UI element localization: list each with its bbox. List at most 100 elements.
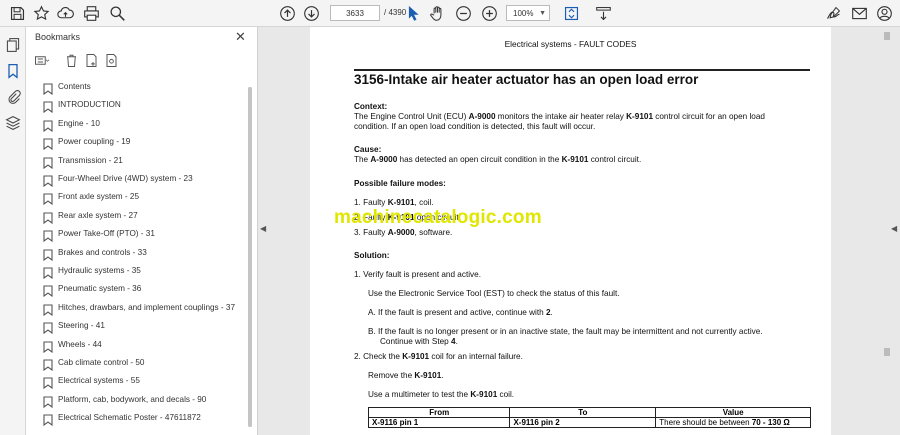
- bookmark-icon: [43, 211, 53, 224]
- solution-step-1b-line-2: Continue with Step 4.: [380, 337, 458, 346]
- read-mode-icon[interactable]: [594, 4, 612, 22]
- table-row: X-9116 pin 1 X-9116 pin 2 There should b…: [367, 417, 811, 428]
- bookmark-label: Electrical systems - 55: [58, 376, 140, 386]
- sign-icon[interactable]: [824, 4, 842, 22]
- bookmark-item[interactable]: Power coupling - 19: [26, 134, 248, 152]
- bookmark-icon: [43, 119, 53, 132]
- bookmark-icon: [43, 137, 53, 151]
- bookmark-item[interactable]: Cab climate control - 50: [26, 355, 248, 373]
- bookmark-label: Engine - 10: [58, 118, 100, 128]
- bookmark-item[interactable]: Four-Wheel Drive (4WD) system - 23: [26, 171, 248, 189]
- new-bookmark-icon[interactable]: [84, 53, 100, 69]
- table-cell-value: There should be between 70 - 130 Ω: [655, 417, 811, 428]
- page-up-icon[interactable]: [278, 4, 296, 22]
- fault-title: 3156-Intake air heater actuator has an o…: [354, 72, 699, 87]
- solution-step-2: 2. Check the K-9101 coil for an internal…: [354, 352, 523, 361]
- bookmark-item[interactable]: Electrical systems - 55: [26, 373, 248, 391]
- zoom-search-icon[interactable]: [108, 4, 126, 22]
- bookmark-icon: [43, 284, 53, 298]
- bookmark-icon: [43, 156, 53, 169]
- bookmark-item[interactable]: Pneumatic system - 36: [26, 281, 248, 299]
- expand-right-icon[interactable]: ◀: [891, 224, 897, 233]
- zoom-level-value: 100%: [513, 9, 534, 18]
- bookmark-properties-icon[interactable]: [104, 53, 120, 69]
- bookmark-item[interactable]: Rear axle system - 27: [26, 208, 248, 226]
- attachments-icon[interactable]: [5, 89, 21, 105]
- bookmark-icon: [43, 376, 53, 390]
- page-header: Electrical systems - FAULT CODES: [504, 39, 637, 49]
- watermark-text: machinecatalogic.com: [334, 207, 542, 228]
- hand-icon[interactable]: [428, 4, 446, 22]
- panel-title: Bookmarks: [35, 32, 81, 42]
- left-nav-rail: [0, 27, 26, 435]
- table-header-to: To: [509, 407, 657, 418]
- bookmark-label: INTRODUCTION: [58, 100, 121, 110]
- bookmark-label: Electrical Schematic Poster - 47611872: [58, 413, 201, 423]
- chevron-down-icon: ▼: [539, 10, 546, 17]
- close-icon[interactable]: ✕: [235, 30, 246, 43]
- bookmark-label: Power Take-Off (PTO) - 31: [58, 229, 155, 239]
- bookmark-label: Front axle system - 25: [58, 192, 139, 202]
- bookmark-label: Four-Wheel Drive (4WD) system - 23: [58, 174, 193, 183]
- bookmark-item[interactable]: INTRODUCTION: [26, 97, 248, 115]
- bookmark-item[interactable]: Hitches, drawbars, and implement couplin…: [26, 300, 248, 318]
- bookmark-icon: [43, 229, 53, 243]
- solution-step-1: 1. Verify fault is present and active.: [354, 270, 481, 279]
- page-fit-icon[interactable]: [562, 4, 580, 22]
- bookmark-label: Cab climate control - 50: [58, 358, 145, 367]
- layers-icon[interactable]: [5, 115, 21, 131]
- bookmarks-panel-icon[interactable]: [5, 63, 21, 79]
- page-total: / 4390: [384, 8, 407, 17]
- email-icon[interactable]: [850, 4, 868, 22]
- bookmark-label: Power coupling - 19: [58, 137, 131, 147]
- solution-step-1b-line-1: B. If the fault is no longer present or …: [368, 327, 763, 336]
- cause-heading: Cause:: [354, 145, 382, 154]
- scrollbar-thumb[interactable]: [248, 87, 252, 427]
- page-down-icon[interactable]: [302, 4, 320, 22]
- table-cell-from: X-9116 pin 1: [367, 417, 511, 428]
- context-line-1: The Engine Control Unit (ECU) A-9000 mon…: [354, 112, 765, 121]
- bookmark-label: Platform, cab, bodywork, and decals - 90: [58, 394, 207, 404]
- solution-step-2-remove: Remove the K-9101.: [368, 371, 444, 380]
- bookmark-icon: [43, 248, 53, 261]
- account-icon[interactable]: [875, 4, 893, 22]
- print-icon[interactable]: [82, 4, 100, 22]
- scroll-up-arrow[interactable]: [884, 32, 890, 40]
- options-menu-icon[interactable]: [34, 53, 50, 69]
- bookmark-item[interactable]: Wheels - 44: [26, 337, 248, 355]
- bookmark-item[interactable]: Steering - 41: [26, 318, 248, 336]
- bookmark-item[interactable]: Brakes and controls - 33: [26, 245, 248, 263]
- bookmark-item[interactable]: Platform, cab, bodywork, and decals - 90: [26, 392, 248, 410]
- bookmark-item[interactable]: Contents: [26, 79, 248, 97]
- bookmark-icon: [43, 192, 53, 206]
- bookmark-item[interactable]: Engine - 10: [26, 116, 248, 134]
- bookmark-item[interactable]: Hydraulic systems - 35: [26, 263, 248, 281]
- cause-text: The A-9000 has detected an open circuit …: [354, 155, 642, 164]
- bookmark-item[interactable]: Electrical Schematic Poster - 47611872: [26, 410, 248, 428]
- table-header-from: From: [367, 407, 511, 418]
- page-number-input[interactable]: 3633: [330, 5, 380, 21]
- bookmark-label: Contents: [58, 82, 91, 91]
- bookmark-label: Transmission - 21: [58, 155, 123, 165]
- cloud-upload-icon[interactable]: [56, 4, 74, 22]
- select-cursor-icon[interactable]: [404, 4, 422, 22]
- save-icon[interactable]: [8, 4, 26, 22]
- zoom-out-icon[interactable]: [454, 4, 472, 22]
- bookmark-star-icon[interactable]: [32, 4, 50, 22]
- zoom-in-icon[interactable]: [480, 4, 498, 22]
- bookmark-item[interactable]: Transmission - 21: [26, 153, 248, 171]
- document-page: Electrical systems - FAULT CODES 3156-In…: [310, 27, 831, 435]
- context-line-2: condition. If an open load condition is …: [354, 122, 596, 131]
- bookmark-label: Rear axle system - 27: [58, 210, 138, 220]
- delete-icon[interactable]: [64, 53, 80, 69]
- collapse-left-icon[interactable]: ◀: [260, 224, 266, 233]
- zoom-level-select[interactable]: 100% ▼: [506, 5, 550, 21]
- pages-thumbnail-icon[interactable]: [5, 37, 21, 53]
- bookmark-item[interactable]: Power Take-Off (PTO) - 31: [26, 226, 248, 244]
- bookmark-scrollbar[interactable]: [248, 87, 252, 427]
- scroll-position-marker[interactable]: [884, 348, 890, 356]
- bookmark-item[interactable]: Front axle system - 25: [26, 189, 248, 207]
- bookmark-icon: [43, 395, 53, 408]
- document-scrollbar[interactable]: [884, 32, 890, 430]
- bookmark-label: Brakes and controls - 33: [58, 247, 147, 257]
